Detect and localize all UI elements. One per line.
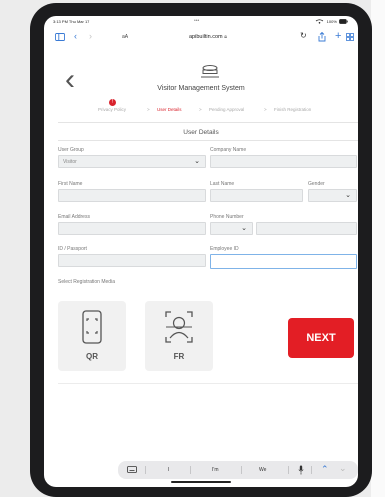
reload-icon[interactable]: ↻ <box>300 31 307 41</box>
progress-steps: ! Privacy Policy > User Details > Pendin… <box>84 99 354 115</box>
qr-option-button[interactable]: QR <box>58 301 126 371</box>
last-name-label: Last Name <box>210 181 235 187</box>
step-separator: > <box>147 107 150 112</box>
chevron-down-icon[interactable]: ⌄ <box>339 463 347 474</box>
first-name-input[interactable] <box>58 189 206 202</box>
step-finish-registration[interactable]: Finish Registration <box>274 107 311 112</box>
first-name-label: First Name <box>58 181 83 187</box>
gender-select[interactable]: ⌄ <box>308 189 357 202</box>
company-name-label: Company Name <box>210 147 247 153</box>
address-bar[interactable]: apibuiltin.com 🔒︎ <box>189 34 227 41</box>
battery-percent: 100% <box>326 19 337 24</box>
user-group-value: Visitor <box>63 159 77 165</box>
url-text: apibuiltin.com <box>189 34 223 40</box>
section-title: User Details <box>183 129 219 136</box>
status-time: 3:13 PM Thu Mar 17 <box>53 19 90 24</box>
fr-option-label: FR <box>173 352 185 361</box>
microphone-icon[interactable] <box>298 465 304 475</box>
separator <box>145 466 146 474</box>
step-privacy-policy[interactable]: Privacy Policy <box>98 107 126 112</box>
battery-icon <box>339 19 348 25</box>
chevron-down-icon: ⌄ <box>345 192 351 199</box>
suggestion-3[interactable]: We <box>259 467 266 473</box>
step-separator: > <box>264 107 267 112</box>
share-icon[interactable] <box>318 32 326 42</box>
keyboard-shortcut-bar: I I'm We ⌃ ⌄ <box>118 461 358 479</box>
gender-label: Gender <box>308 181 325 187</box>
text-size-button[interactable]: aA <box>122 34 128 40</box>
visitor-system-logo <box>201 65 219 78</box>
divider <box>58 140 358 141</box>
page-background: 3:13 PM Thu Mar 17 ••• 100% ‹ › aA apibu… <box>0 0 385 497</box>
qr-scan-icon <box>82 310 102 344</box>
divider <box>58 122 358 123</box>
id-passport-input[interactable] <box>58 254 206 267</box>
multitask-dots[interactable]: ••• <box>194 18 199 24</box>
side-panel <box>371 0 385 497</box>
chevron-down-icon: ⌄ <box>194 158 200 165</box>
page-title: Visitor Management System <box>157 85 245 92</box>
last-name-input[interactable] <box>210 189 303 202</box>
home-indicator[interactable] <box>171 481 231 483</box>
qr-option-label: QR <box>86 352 98 361</box>
email-input[interactable] <box>58 222 206 235</box>
face-scan-icon <box>165 311 193 343</box>
chevron-up-icon[interactable]: ⌃ <box>321 464 329 475</box>
suggestion-2[interactable]: I'm <box>212 467 219 473</box>
email-label: Email Address <box>58 214 90 220</box>
employee-id-label: Employee ID <box>210 246 239 252</box>
separator <box>311 466 312 474</box>
user-group-select[interactable]: Visitor ⌄ <box>58 155 206 168</box>
id-passport-label: ID / Passport <box>58 246 87 252</box>
company-name-input[interactable] <box>210 155 357 168</box>
divider <box>58 383 358 384</box>
browser-toolbar: ‹ › aA apibuiltin.com 🔒︎ ↻ + <box>44 28 358 46</box>
employee-id-input[interactable] <box>210 254 357 269</box>
registration-media-label: Select Registration Media <box>58 279 115 285</box>
error-step-icon: ! <box>109 99 116 106</box>
phone-label: Phone Number <box>210 214 244 220</box>
back-arrow-icon[interactable]: ‹ <box>74 31 77 41</box>
phone-code-select[interactable]: ⌄ <box>210 222 253 235</box>
tabs-icon[interactable] <box>346 33 354 41</box>
step-pending-approval[interactable]: Pending Approval <box>209 107 244 112</box>
suggestion-1[interactable]: I <box>168 467 169 473</box>
keyboard-icon[interactable] <box>127 466 137 474</box>
battery-indicator: 100% <box>315 19 348 25</box>
fr-option-button[interactable]: FR <box>145 301 213 371</box>
lock-icon: 🔒︎ <box>224 34 228 40</box>
step-separator: > <box>199 107 202 112</box>
forward-arrow-icon[interactable]: › <box>89 31 92 41</box>
new-tab-icon[interactable]: + <box>335 31 341 42</box>
separator <box>241 466 242 474</box>
chevron-down-icon: ⌄ <box>241 225 247 232</box>
tablet-screen: 3:13 PM Thu Mar 17 ••• 100% ‹ › aA apibu… <box>44 16 358 487</box>
next-button[interactable]: NEXT <box>288 318 354 358</box>
sidebar-icon[interactable] <box>55 33 65 41</box>
user-group-label: User Group <box>58 147 84 153</box>
status-bar: 3:13 PM Thu Mar 17 ••• 100% <box>44 16 358 28</box>
wifi-icon <box>315 19 323 25</box>
separator <box>288 466 289 474</box>
phone-number-input[interactable] <box>256 222 357 235</box>
separator <box>190 466 191 474</box>
tablet-frame: 3:13 PM Thu Mar 17 ••• 100% ‹ › aA apibu… <box>30 3 372 497</box>
step-user-details[interactable]: User Details <box>157 107 182 112</box>
